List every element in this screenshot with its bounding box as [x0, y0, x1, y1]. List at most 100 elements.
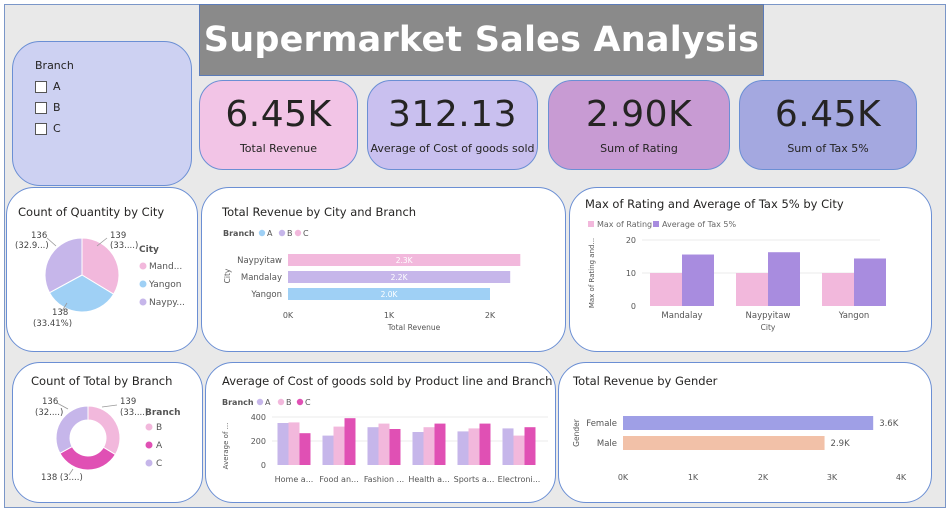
kpi-value: 2.90K — [585, 93, 693, 135]
column[interactable] — [277, 423, 289, 465]
kpi-sum-tax[interactable]: 6.45K Sum of Tax 5% — [739, 80, 917, 170]
column[interactable] — [854, 258, 886, 306]
column[interactable] — [333, 426, 345, 465]
slicer-option-c[interactable]: C — [35, 122, 61, 135]
slicer-option-label: B — [53, 101, 61, 114]
column[interactable] — [367, 427, 379, 465]
checkbox[interactable] — [35, 122, 47, 135]
column[interactable] — [322, 435, 334, 465]
column[interactable] — [479, 423, 491, 465]
column[interactable] — [768, 252, 800, 306]
legend-marker — [139, 280, 147, 288]
legend-item[interactable]: Average of Tax 5% — [662, 220, 736, 229]
chart-cogs-by-product-line[interactable]: Average of Cost of goods sold by Product… — [205, 362, 556, 503]
bar-city-bars[interactable]: Naypyitaw 2.3K Mandalay 2.2K Yangon 2.0K — [237, 254, 521, 300]
checkbox[interactable] — [35, 80, 47, 93]
chart-revenue-by-city-branch[interactable]: Total Revenue by City and Branch Branch … — [201, 187, 566, 352]
legend-title: Branch — [222, 398, 254, 407]
kpi-value: 6.45K — [225, 93, 332, 135]
legend-marker — [139, 262, 147, 270]
tick-label: 0K — [283, 311, 294, 320]
bar-gender-bars[interactable]: 3.6K 2.9K — [623, 416, 899, 450]
legend-item[interactable]: C — [303, 229, 309, 238]
column[interactable] — [412, 432, 424, 465]
legend-item[interactable]: B — [287, 229, 293, 238]
column[interactable] — [299, 433, 311, 465]
legend-item[interactable]: C — [156, 459, 162, 469]
kpi-label: Average of Cost of goods sold — [370, 142, 535, 156]
legend-marker — [139, 298, 147, 306]
checkbox[interactable] — [35, 101, 47, 114]
column[interactable] — [822, 273, 854, 306]
data-label: 138 (3....) — [41, 473, 83, 483]
column[interactable] — [288, 422, 300, 465]
tick-label: Sports a... — [454, 475, 495, 484]
legend-item[interactable]: Yangon — [148, 280, 181, 290]
tick-label: 2K — [758, 473, 769, 482]
data-label: (33.41%) — [33, 319, 72, 329]
column[interactable] — [736, 273, 768, 306]
legend-item[interactable]: C — [305, 398, 311, 407]
slicer-option-label: C — [53, 122, 61, 135]
axis-title: Gender — [572, 418, 581, 447]
axis-title: City — [223, 268, 232, 283]
axis-title: Max of Rating and... — [588, 238, 596, 308]
legend-title: Branch — [223, 229, 255, 238]
legend-item[interactable]: Naypy... — [149, 298, 185, 308]
column[interactable] — [524, 427, 536, 465]
legend-item[interactable]: A — [156, 441, 163, 451]
category-label: Mandalay — [241, 273, 282, 283]
column[interactable] — [389, 429, 401, 465]
column[interactable] — [468, 428, 480, 465]
donut-branch-slices[interactable] — [55, 405, 121, 471]
slicer-title: Branch — [35, 59, 74, 72]
tick-label: 20 — [626, 236, 636, 245]
data-label: (32....) — [35, 408, 63, 418]
tick-label: 200 — [251, 437, 266, 446]
bar[interactable] — [623, 436, 825, 450]
chart-quantity-by-city[interactable]: Count of Quantity by City 139 (33....) 1… — [6, 187, 198, 352]
legend-item[interactable]: A — [265, 398, 271, 407]
column[interactable] — [457, 431, 469, 465]
chart-rating-tax-by-city[interactable]: Max of Rating and Average of Tax 5% by C… — [569, 187, 932, 352]
data-label: 136 — [31, 231, 47, 241]
kpi-total-revenue[interactable]: 6.45K Total Revenue — [199, 80, 358, 170]
pie-city-slices[interactable] — [44, 237, 120, 313]
column[interactable] — [423, 427, 435, 465]
col-rating-bars[interactable] — [650, 252, 886, 306]
legend-item[interactable]: Max of Rating — [597, 220, 652, 229]
data-label: 2.9K — [831, 439, 851, 449]
legend-marker — [277, 398, 285, 406]
column[interactable] — [502, 428, 514, 465]
chart-revenue-by-gender[interactable]: Total Revenue by Gender Gender Female Ma… — [558, 362, 932, 503]
column[interactable] — [513, 435, 525, 465]
kpi-average-cogs[interactable]: 312.13 Average of Cost of goods sold — [367, 80, 538, 170]
branch-slicer[interactable]: Branch A B C — [12, 41, 192, 186]
tick-label: 400 — [251, 413, 266, 422]
legend-item[interactable]: A — [267, 229, 273, 238]
category-label: Female — [586, 419, 617, 429]
category-label: Naypyitaw — [237, 256, 282, 266]
kpi-label: Sum of Rating — [600, 142, 678, 156]
legend-item[interactable]: B — [286, 398, 292, 407]
slicer-option-a[interactable]: A — [35, 80, 61, 93]
bar[interactable] — [623, 416, 874, 430]
column[interactable] — [434, 423, 446, 465]
legend-item[interactable]: B — [156, 423, 162, 433]
col-product-bars[interactable] — [277, 418, 536, 465]
axis-title: City — [761, 323, 776, 332]
column[interactable] — [344, 418, 356, 465]
donut-slice-a[interactable] — [59, 445, 117, 471]
kpi-sum-rating[interactable]: 2.90K Sum of Rating — [548, 80, 730, 170]
axis-title: Total Revenue — [387, 323, 441, 332]
data-label: 139 — [120, 397, 136, 407]
slicer-option-b[interactable]: B — [35, 101, 61, 114]
kpi-value: 312.13 — [388, 93, 517, 135]
column[interactable] — [378, 423, 390, 465]
legend-marker — [294, 229, 302, 237]
chart-total-by-branch[interactable]: Count of Total by Branch 139 (33....) 13… — [12, 362, 203, 503]
column[interactable] — [650, 273, 682, 306]
column[interactable] — [682, 254, 714, 306]
tick-label: 0K — [618, 473, 629, 482]
legend-item[interactable]: Mand... — [149, 262, 182, 272]
